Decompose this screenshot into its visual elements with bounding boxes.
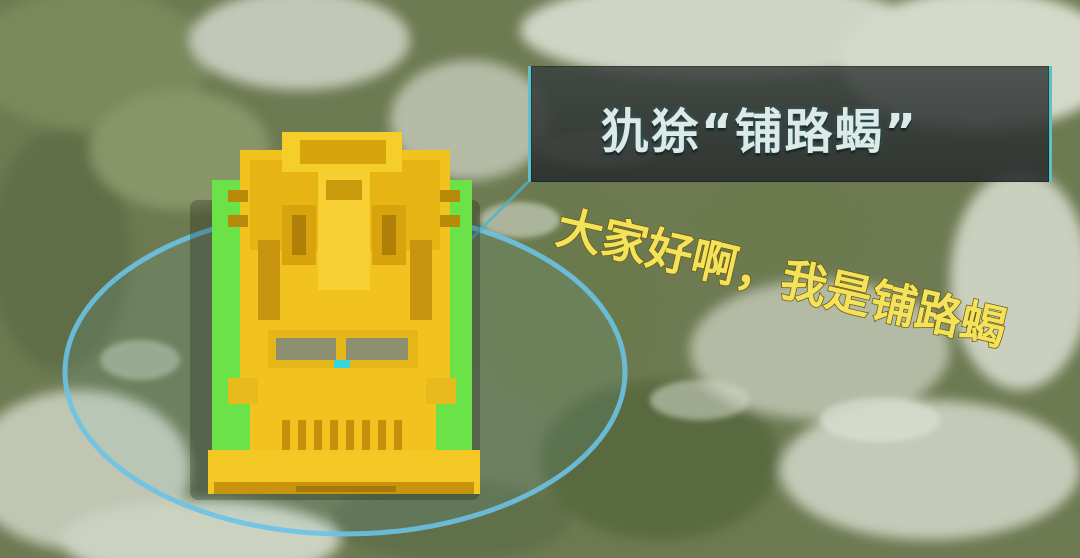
caption-line: 大家好啊，我是铺路蝎 (552, 200, 1012, 356)
unit-name-label: 犰狳“铺路蝎” (601, 104, 919, 160)
caption-text: 大家好啊，我是铺路蝎 (551, 199, 1013, 357)
unit-nameplate: 犰狳“铺路蝎” (528, 66, 1052, 182)
game-scene: 犰狳“铺路蝎” 大家好啊，我是铺路蝎 (0, 0, 1080, 558)
